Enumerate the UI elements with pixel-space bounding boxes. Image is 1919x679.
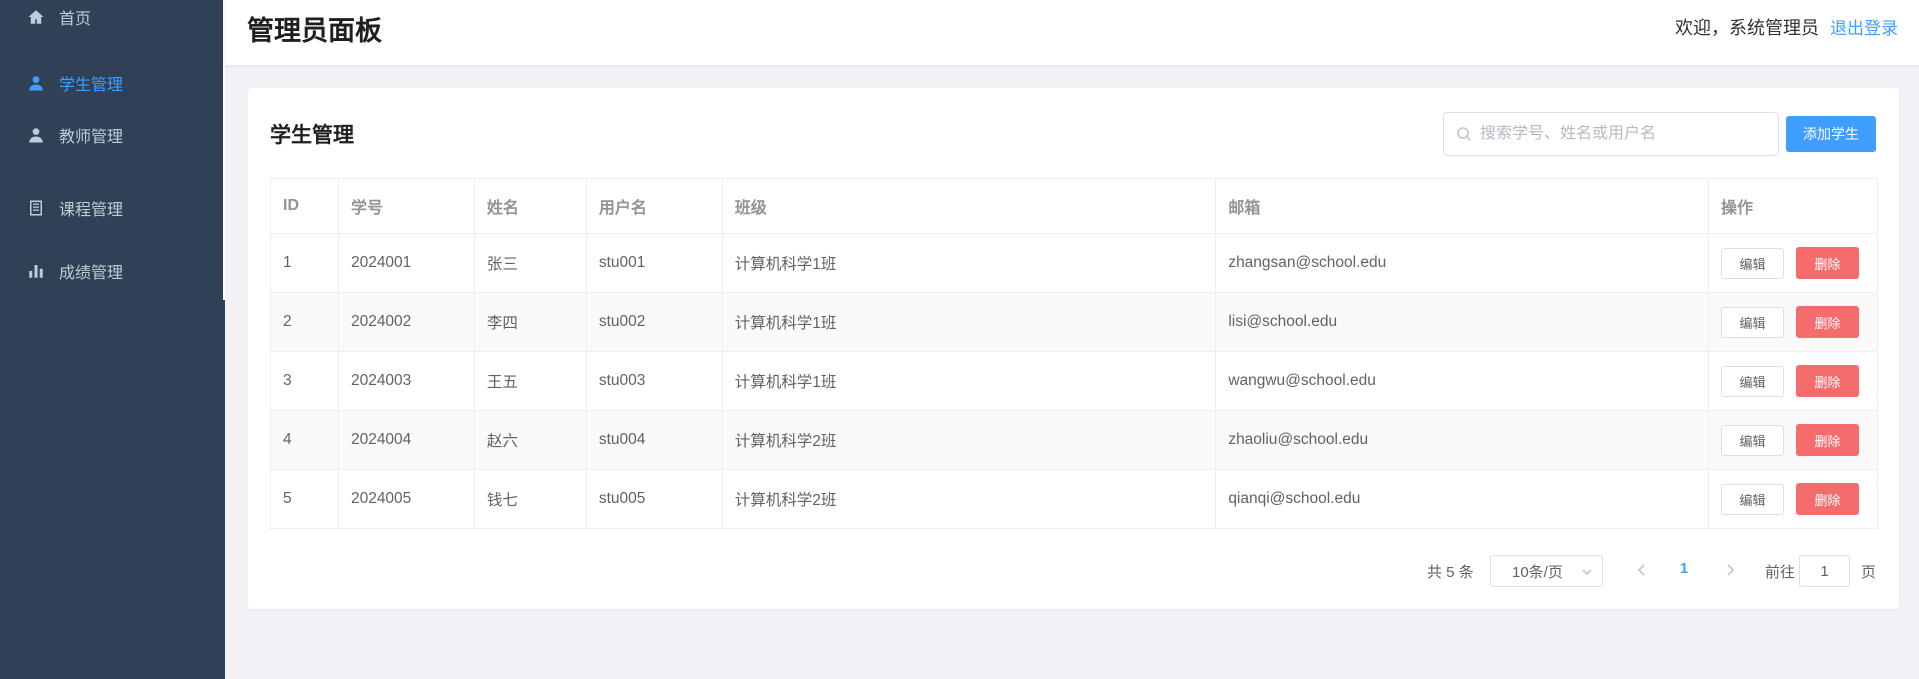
home-icon	[27, 8, 45, 26]
cell-username: stu002	[586, 292, 723, 352]
cell-student-no: 2024004	[338, 410, 475, 470]
edit-button[interactable]: 编辑	[1721, 424, 1785, 456]
cell-name: 李四	[474, 292, 587, 352]
pagination-total: 共 5 条	[1427, 564, 1474, 581]
cell-student-no: 2024003	[338, 351, 475, 411]
goto-page-input[interactable]	[1799, 555, 1850, 587]
cell-student-no: 2024002	[338, 292, 475, 352]
sidebar-item-grades[interactable]: 成绩管理	[0, 251, 223, 291]
cell-id: 4	[270, 410, 339, 470]
cell-name: 钱七	[474, 469, 587, 529]
user-icon	[27, 74, 45, 92]
cell-email: qianqi@school.edu	[1215, 469, 1710, 529]
logout-link[interactable]: 退出登录	[1830, 19, 1898, 38]
cell-id: 1	[270, 233, 339, 293]
cell-name: 张三	[474, 233, 587, 293]
cell-email: zhangsan@school.edu	[1215, 233, 1710, 293]
delete-button[interactable]: 删除	[1796, 424, 1860, 456]
section-title: 学生管理	[270, 124, 354, 147]
top-header: 管理员面板 欢迎，系统管理员 退出登录	[225, 0, 1919, 65]
delete-button[interactable]: 删除	[1796, 365, 1860, 397]
user-icon	[27, 126, 45, 144]
edit-button[interactable]: 编辑	[1721, 365, 1785, 397]
students-table: ID 学号 姓名 用户名 班级 邮箱 操作 1 2024001 张三 stu00…	[270, 178, 1878, 529]
page-size-select[interactable]: 10条/页	[1490, 555, 1603, 587]
cell-actions: 编辑 删除	[1708, 351, 1878, 411]
search-icon	[1456, 126, 1472, 142]
sidebar-item-teachers[interactable]: 教师管理	[0, 115, 223, 155]
welcome-text: 欢迎，系统管理员	[1674, 18, 1819, 38]
cell-class: 计算机科学1班	[722, 292, 1217, 352]
table-row: 5 2024005 钱七 stu005 计算机科学2班 qianqi@schoo…	[270, 469, 1878, 529]
chevron-left-icon	[1637, 564, 1645, 576]
document-icon	[27, 199, 45, 217]
sidebar-item-label: 学生管理	[59, 77, 124, 94]
cell-actions: 编辑 删除	[1708, 469, 1878, 529]
column-header[interactable]: 班级	[722, 178, 1217, 234]
delete-button[interactable]: 删除	[1796, 306, 1860, 338]
column-header: 操作	[1708, 178, 1878, 234]
cell-student-no: 2024005	[338, 469, 475, 529]
cell-username: stu003	[586, 351, 723, 411]
goto-label: 前往	[1765, 564, 1796, 581]
column-header[interactable]: 姓名	[474, 178, 587, 234]
column-header[interactable]: ID	[270, 178, 339, 234]
sidebar-item-label: 首页	[59, 11, 92, 28]
edit-button[interactable]: 编辑	[1721, 306, 1785, 338]
cell-email: lisi@school.edu	[1215, 292, 1710, 352]
delete-button[interactable]: 删除	[1796, 483, 1860, 515]
search-input[interactable]	[1480, 125, 1760, 143]
cell-class: 计算机科学2班	[722, 469, 1217, 529]
sidebar-item-label: 成绩管理	[59, 265, 124, 282]
sidebar: 首页 学生管理 教师管理 课程管理 成绩管理	[0, 0, 225, 679]
table-header-row: ID 学号 姓名 用户名 班级 邮箱 操作	[270, 178, 1878, 234]
sidebar-item-label: 教师管理	[59, 129, 124, 146]
column-header[interactable]: 学号	[338, 178, 475, 234]
cell-class: 计算机科学2班	[722, 410, 1217, 470]
sidebar-item-students[interactable]: 学生管理	[0, 63, 223, 103]
content-card: 学生管理 添加学生 ID 学号 姓名 用户名 班级 邮箱 操作 1 202400…	[248, 88, 1899, 609]
add-student-button[interactable]: 添加学生	[1786, 116, 1876, 152]
goto-suffix: 页	[1861, 564, 1877, 581]
edit-button[interactable]: 编辑	[1721, 247, 1785, 279]
cell-email: wangwu@school.edu	[1215, 351, 1710, 411]
cell-id: 3	[270, 351, 339, 411]
prev-page-button[interactable]	[1634, 562, 1650, 578]
next-page-button[interactable]	[1722, 562, 1738, 578]
cell-username: stu004	[586, 410, 723, 470]
table-row: 2 2024002 李四 stu002 计算机科学1班 lisi@school.…	[270, 292, 1878, 352]
chevron-right-icon	[1727, 564, 1735, 576]
cell-username: stu005	[586, 469, 723, 529]
cell-actions: 编辑 删除	[1708, 233, 1878, 293]
chevron-down-icon	[1580, 565, 1594, 579]
bar-chart-icon	[27, 262, 45, 280]
sidebar-item-home[interactable]: 首页	[0, 0, 223, 37]
cell-id: 2	[270, 292, 339, 352]
cell-name: 王五	[474, 351, 587, 411]
cell-student-no: 2024001	[338, 233, 475, 293]
cell-email: zhaoliu@school.edu	[1215, 410, 1710, 470]
table-row: 3 2024003 王五 stu003 计算机科学1班 wangwu@schoo…	[270, 351, 1878, 411]
user-area: 欢迎，系统管理员 退出登录	[1675, 14, 1898, 40]
cell-username: stu001	[586, 233, 723, 293]
delete-button[interactable]: 删除	[1796, 247, 1860, 279]
sidebar-item-courses[interactable]: 课程管理	[0, 188, 223, 228]
table-row: 4 2024004 赵六 stu004 计算机科学2班 zhaoliu@scho…	[270, 410, 1878, 470]
table-row: 1 2024001 张三 stu001 计算机科学1班 zhangsan@sch…	[270, 233, 1878, 293]
page-title: 管理员面板	[247, 16, 382, 46]
page-size-value: 10条/页	[1512, 563, 1563, 581]
cell-actions: 编辑 删除	[1708, 292, 1878, 352]
page-number-current[interactable]: 1	[1669, 560, 1699, 577]
cell-name: 赵六	[474, 410, 587, 470]
cell-class: 计算机科学1班	[722, 233, 1217, 293]
search-box[interactable]	[1443, 112, 1779, 156]
column-header[interactable]: 用户名	[586, 178, 723, 234]
cell-id: 5	[270, 469, 339, 529]
cell-actions: 编辑 删除	[1708, 410, 1878, 470]
sidebar-item-label: 课程管理	[59, 202, 124, 219]
cell-class: 计算机科学1班	[722, 351, 1217, 411]
column-header[interactable]: 邮箱	[1215, 178, 1710, 234]
pagination: 共 5 条 10条/页 1 前往 页	[248, 555, 1899, 587]
edit-button[interactable]: 编辑	[1721, 483, 1785, 515]
